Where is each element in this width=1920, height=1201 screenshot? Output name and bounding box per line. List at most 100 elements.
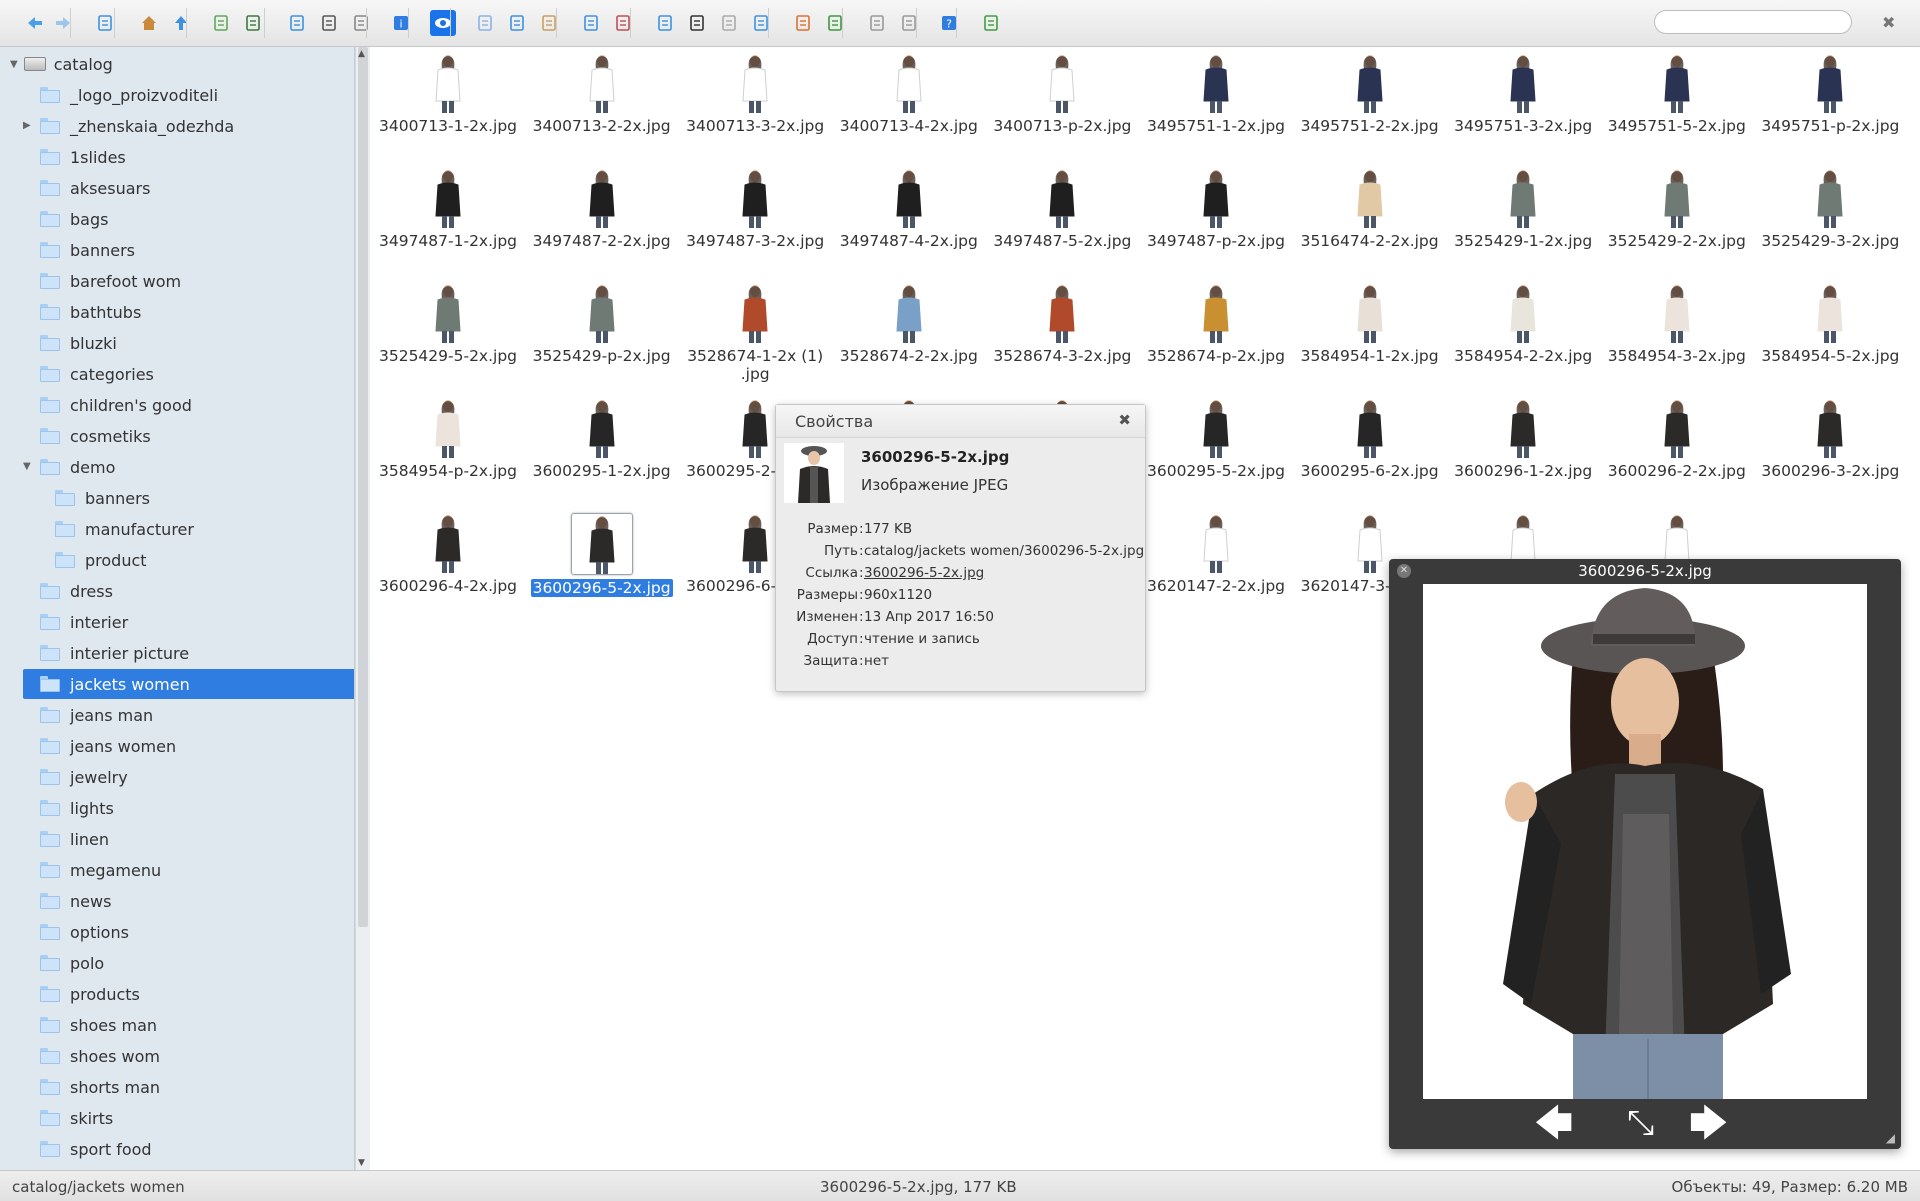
properties-header[interactable]: Свойства ✖: [776, 405, 1145, 438]
file-item[interactable]: 3584954-5-2x.jpg: [1754, 283, 1906, 365]
next-icon[interactable]: 🡆: [1689, 1101, 1728, 1145]
preview-icon[interactable]: [430, 10, 456, 36]
property-link[interactable]: 3600296-5-2x.jpg: [864, 565, 984, 581]
help-icon[interactable]: ?: [936, 10, 962, 36]
file-item[interactable]: 3400713-4-2x.jpg: [833, 53, 985, 135]
file-item[interactable]: 3495751-p-2x.jpg: [1754, 53, 1906, 135]
sidebar-item-interier[interactable]: interier: [40, 607, 128, 637]
sidebar-item-shorts-man[interactable]: shorts man: [40, 1072, 160, 1102]
file-item[interactable]: 3495751-2-2x.jpg: [1294, 53, 1446, 135]
sidebar-item-skirts[interactable]: skirts: [40, 1103, 113, 1133]
tree-root-catalog[interactable]: ▼ catalog: [10, 49, 113, 79]
file-item[interactable]: 3600296-2-2x.jpg: [1601, 398, 1753, 480]
file-item[interactable]: 3600296-3-2x.jpg: [1754, 398, 1906, 480]
crop-icon[interactable]: [684, 10, 710, 36]
back-icon[interactable]: [22, 10, 48, 36]
file-item[interactable]: 3584954-2-2x.jpg: [1447, 283, 1599, 365]
close-icon[interactable]: ✖: [1118, 411, 1131, 429]
file-item[interactable]: 3525429-3-2x.jpg: [1754, 168, 1906, 250]
previous-icon[interactable]: 🡄: [1534, 1101, 1573, 1145]
sidebar-item-interier-picture[interactable]: interier picture: [40, 638, 189, 668]
close-icon[interactable]: ✕: [1397, 564, 1411, 578]
archive-icon[interactable]: [822, 10, 848, 36]
duplicate-icon[interactable]: [578, 10, 604, 36]
file-item[interactable]: 3584954-p-2x.jpg: [372, 398, 524, 480]
expand-arrow-icon[interactable]: ▶: [23, 120, 31, 131]
sidebar-item-1slides[interactable]: 1slides: [40, 142, 126, 172]
sidebar-item-bluzki[interactable]: bluzki: [40, 328, 117, 358]
search-input[interactable]: [1654, 10, 1852, 34]
copy-icon[interactable]: [472, 10, 498, 36]
file-item[interactable]: 3600296-5-2x.jpg: [526, 513, 678, 597]
download-icon[interactable]: [240, 10, 266, 36]
file-item[interactable]: 3600296-1-2x.jpg: [1447, 398, 1599, 480]
sidebar-item-banners[interactable]: banners: [55, 483, 150, 513]
sidebar-item-megamenu[interactable]: megamenu: [40, 855, 161, 885]
save-icon[interactable]: [316, 10, 342, 36]
sidebar-item-shoes-wom[interactable]: shoes wom: [40, 1041, 160, 1071]
sidebar-item-categories[interactable]: categories: [40, 359, 154, 389]
file-item[interactable]: 3600295-1-2x.jpg: [526, 398, 678, 480]
file-item[interactable]: 3400713-3-2x.jpg: [679, 53, 831, 135]
view-icons-icon[interactable]: [864, 10, 890, 36]
file-item[interactable]: 3525429-1-2x.jpg: [1447, 168, 1599, 250]
sidebar-scrollbar[interactable]: ▼ ▲: [355, 47, 370, 1170]
sidebar-item-manufacturer[interactable]: manufacturer: [55, 514, 194, 544]
file-item[interactable]: 3400713-2-2x.jpg: [526, 53, 678, 135]
file-item[interactable]: 3495751-5-2x.jpg: [1601, 53, 1753, 135]
sidebar-item-linen[interactable]: linen: [40, 824, 109, 854]
file-item[interactable]: 3497487-2-2x.jpg: [526, 168, 678, 250]
file-item[interactable]: 3497487-p-2x.jpg: [1140, 168, 1292, 250]
file-item[interactable]: 3497487-4-2x.jpg: [833, 168, 985, 250]
sidebar-item-bathtubs[interactable]: bathtubs: [40, 297, 141, 327]
file-item[interactable]: 3497487-1-2x.jpg: [372, 168, 524, 250]
file-item[interactable]: 3525429-5-2x.jpg: [372, 283, 524, 365]
sidebar-item--logo-proizvoditeli[interactable]: _logo_proizvoditeli: [40, 80, 218, 110]
file-item[interactable]: 3497487-3-2x.jpg: [679, 168, 831, 250]
sidebar-item-jackets-women[interactable]: jackets women: [23, 669, 354, 699]
up-icon[interactable]: [168, 10, 194, 36]
select-icon[interactable]: [348, 10, 374, 36]
cut-icon[interactable]: [504, 10, 530, 36]
sidebar-item-jewelry[interactable]: jewelry: [40, 762, 128, 792]
file-item[interactable]: 3516474-2-2x.jpg: [1294, 168, 1446, 250]
file-item[interactable]: 3528674-p-2x.jpg: [1140, 283, 1292, 365]
open-icon[interactable]: [284, 10, 310, 36]
sidebar-item-products[interactable]: products: [40, 979, 140, 1009]
file-item[interactable]: 3600295-5-2x.jpg: [1140, 398, 1292, 480]
sidebar-item-news[interactable]: news: [40, 886, 111, 916]
sidebar-item-shoes-man[interactable]: shoes man: [40, 1010, 157, 1040]
close-icon[interactable]: ✖: [1882, 13, 1895, 32]
resize-handle-icon[interactable]: ◢: [1886, 1131, 1895, 1145]
sidebar-item-banners[interactable]: banners: [40, 235, 135, 265]
resize-icon[interactable]: [748, 10, 774, 36]
collapse-arrow-icon[interactable]: ▼: [23, 461, 31, 472]
scroll-up-icon[interactable]: ▲: [358, 49, 365, 59]
forward-icon[interactable]: [50, 10, 76, 36]
extract-icon[interactable]: [790, 10, 816, 36]
file-item[interactable]: 3620147-2-2x.jpg: [1140, 513, 1292, 595]
file-item[interactable]: 3400713-p-2x.jpg: [986, 53, 1138, 135]
sidebar-item-options[interactable]: options: [40, 917, 129, 947]
sidebar-item-cosmetiks[interactable]: cosmetiks: [40, 421, 151, 451]
delete-icon[interactable]: [610, 10, 636, 36]
sidebar-item-bags[interactable]: bags: [40, 204, 108, 234]
sidebar-item-sport-food[interactable]: sport food: [40, 1134, 152, 1164]
paste-icon[interactable]: [536, 10, 562, 36]
sidebar-item-jeans-man[interactable]: jeans man: [40, 700, 153, 730]
file-item[interactable]: 3495751-1-2x.jpg: [1140, 53, 1292, 135]
sidebar-item-product[interactable]: product: [55, 545, 147, 575]
sidebar-scrollbar-thumb[interactable]: [358, 47, 368, 927]
view-list-icon[interactable]: [896, 10, 922, 36]
edit-icon[interactable]: [716, 10, 742, 36]
fullscreen-icon[interactable]: [978, 10, 1004, 36]
sidebar-item-aksesuars[interactable]: aksesuars: [40, 173, 150, 203]
quicklook-title[interactable]: 3600296-5-2x.jpg: [1389, 559, 1901, 583]
sidebar-item-jeans-women[interactable]: jeans women: [40, 731, 176, 761]
file-item[interactable]: 3400713-1-2x.jpg: [372, 53, 524, 135]
info-icon[interactable]: i: [388, 10, 414, 36]
sidebar-item-children-s-good[interactable]: children's good: [40, 390, 192, 420]
file-item[interactable]: 3525429-p-2x.jpg: [526, 283, 678, 365]
sidebar-item-dress[interactable]: dress: [40, 576, 113, 606]
sidebar-item-polo[interactable]: polo: [40, 948, 104, 978]
